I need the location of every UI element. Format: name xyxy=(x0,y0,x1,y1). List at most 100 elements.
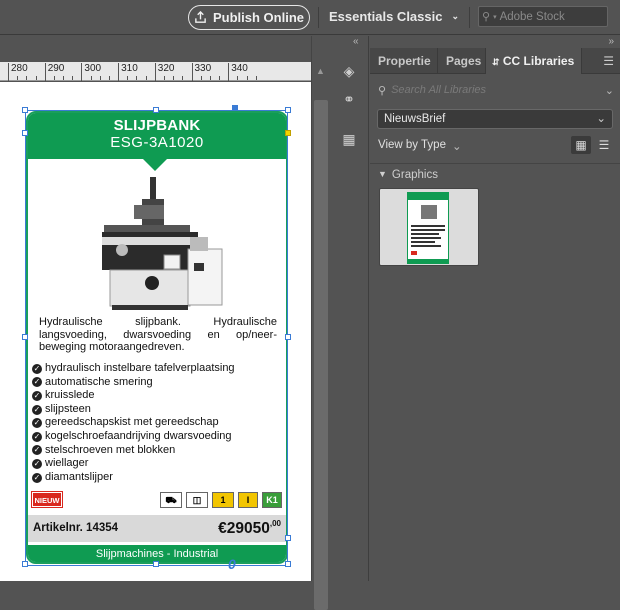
check-icon: ✓ xyxy=(32,418,42,429)
product-card[interactable]: SLIJPBANK ESG-3A1020 Hydraulische slijpb… xyxy=(26,111,288,564)
ruler-minor-tick xyxy=(72,76,74,80)
grinding-machine-image xyxy=(102,177,223,310)
tab-pages[interactable]: Pages xyxy=(438,48,486,74)
ruler-minor-tick xyxy=(99,76,101,80)
ruler-minor-tick xyxy=(17,76,19,80)
resize-handle[interactable] xyxy=(22,107,28,113)
check-icon: ✓ xyxy=(32,363,42,374)
panel-menu-icon[interactable]: ☰ xyxy=(603,54,614,68)
scroll-up-icon[interactable]: ▲ xyxy=(316,66,325,76)
chevron-down-icon: ⌄ xyxy=(451,141,462,153)
resize-handle[interactable] xyxy=(22,334,28,340)
links-icon[interactable]: ⚭ xyxy=(338,88,360,110)
ruler-minor-tick xyxy=(219,76,221,80)
collapse-icon[interactable]: « xyxy=(353,36,359,47)
ruler-minor-tick xyxy=(200,76,202,80)
chevron-down-icon: ⌄ xyxy=(451,11,460,21)
check-icon: ✓ xyxy=(32,458,42,469)
vertical-scrollbar[interactable]: ▲ xyxy=(311,36,329,610)
collapse-panel-icon[interactable]: » xyxy=(608,36,614,47)
ruler-minor-tick xyxy=(53,76,55,80)
layers-icon[interactable]: ◈ xyxy=(338,60,360,82)
check-icon: ✓ xyxy=(32,404,42,415)
pages-icon[interactable]: ▦ xyxy=(338,128,360,150)
new-badge: NIEUW xyxy=(31,491,63,508)
price-bar: Artikelnr. 14354 €29050,00 xyxy=(28,515,286,542)
anchor-handle[interactable] xyxy=(232,105,238,111)
resize-handle[interactable] xyxy=(153,561,159,567)
library-dropdown[interactable]: NieuwsBrief ⌄ xyxy=(377,109,613,129)
search-icon: ⚲ xyxy=(378,84,387,97)
stock-placeholder: Adobe Stock xyxy=(499,10,565,23)
view-toggle: ▦ ☰ xyxy=(571,136,614,154)
view-by-dropdown[interactable]: View by Type ⌄ xyxy=(378,139,462,153)
list-item: ✓ gereedschapskist met gereedschap xyxy=(32,416,219,429)
corner-options-handle[interactable] xyxy=(285,130,291,136)
resize-handle[interactable] xyxy=(153,107,159,113)
resize-handle[interactable] xyxy=(285,535,291,541)
ruler-minor-tick xyxy=(90,76,92,80)
divider xyxy=(370,163,620,164)
workspace-switcher[interactable]: Essentials Classic ⌄ xyxy=(329,9,459,24)
warranty-badge: 1 xyxy=(212,492,234,508)
ruler-minor-tick xyxy=(163,76,165,80)
badge-row: NIEUW ⛟ ◫ 1 I K1 xyxy=(31,491,284,510)
price: €29050,00 xyxy=(218,519,281,537)
panel-tabs: Propertie Pages ⇵ CC Libraries ☰ xyxy=(370,48,620,74)
sort-arrows-icon: ⇵ xyxy=(492,57,500,67)
class-badge: I xyxy=(238,492,258,508)
ruler-minor-tick xyxy=(35,76,37,80)
horizontal-ruler[interactable]: 280 290 300 310 320 330 340 xyxy=(0,62,311,81)
forklift-icon: ◫ xyxy=(186,492,208,508)
resize-handle[interactable] xyxy=(285,334,291,340)
list-item: ✓ hydraulisch instelbare tafelverplaatsin… xyxy=(32,362,235,374)
article-number: Artikelnr. 14354 xyxy=(33,522,119,534)
card-header: SLIJPBANK ESG-3A1020 xyxy=(28,113,286,159)
ruler-minor-tick xyxy=(255,76,257,80)
list-item: ✓ diamantslijper xyxy=(32,470,113,483)
grid-view-icon[interactable]: ▦ xyxy=(571,136,591,154)
resize-handle[interactable] xyxy=(22,561,28,567)
link-badge-icon[interactable]: 0 xyxy=(228,556,236,572)
ruler-minor-tick xyxy=(237,76,239,80)
graphics-section-header[interactable]: ▼ Graphics xyxy=(378,169,438,181)
cc-libraries-panel: » Propertie Pages ⇵ CC Libraries ☰ ⚲ Sea… xyxy=(370,36,620,581)
tab-properties[interactable]: Propertie xyxy=(370,48,438,74)
product-model: ESG-3A1020 xyxy=(110,134,204,151)
content-grabber[interactable] xyxy=(22,130,28,136)
publish-online-button[interactable]: Publish Online xyxy=(188,5,310,30)
publish-online-label: Publish Online xyxy=(212,10,304,25)
divider xyxy=(318,7,319,28)
divider xyxy=(469,7,470,28)
resize-handle[interactable] xyxy=(285,107,291,113)
check-icon: ✓ xyxy=(32,390,42,401)
ruler-minor-tick xyxy=(182,76,184,80)
graphic-preview xyxy=(407,192,449,264)
chevron-down-icon: ⌄ xyxy=(596,113,606,125)
chevron-down-icon: ▾ xyxy=(493,13,497,21)
feature-list: ✓ hydraulisch instelbare tafelverplaatsin… xyxy=(32,362,282,484)
scrollbar-thumb[interactable] xyxy=(314,100,328,610)
upload-icon xyxy=(195,11,206,23)
k1-badge: K1 xyxy=(262,492,282,508)
list-view-icon[interactable]: ☰ xyxy=(594,136,614,154)
check-icon: ✓ xyxy=(32,377,42,388)
list-item: ✓ kruisslede xyxy=(32,389,95,402)
product-title: SLIJPBANK xyxy=(113,117,201,134)
search-icon: ⚲ xyxy=(482,11,491,23)
disclosure-triangle-icon: ▼ xyxy=(378,169,387,179)
library-search-input[interactable]: ⚲ Search All Libraries ⌄ xyxy=(378,80,614,100)
product-description: Hydraulische slijpbank. Hydraulische lan… xyxy=(39,316,277,353)
library-graphic-thumbnail[interactable] xyxy=(379,188,479,266)
ruler-minor-tick xyxy=(108,76,110,80)
check-icon: ✓ xyxy=(32,445,42,456)
resize-handle[interactable] xyxy=(285,561,291,567)
ruler-minor-tick xyxy=(246,76,248,80)
tab-cc-libraries[interactable]: ⇵ CC Libraries xyxy=(486,48,582,74)
chevron-down-icon[interactable]: ⌄ xyxy=(605,84,614,97)
ruler-minor-tick xyxy=(173,76,175,80)
ruler-minor-tick xyxy=(127,76,129,80)
panel-icon-strip: « ◈ ⚭ ▦ xyxy=(329,36,369,581)
ruler-minor-tick xyxy=(63,76,65,80)
adobe-stock-search-input[interactable]: ⚲ ▾ Adobe Stock xyxy=(478,6,608,27)
